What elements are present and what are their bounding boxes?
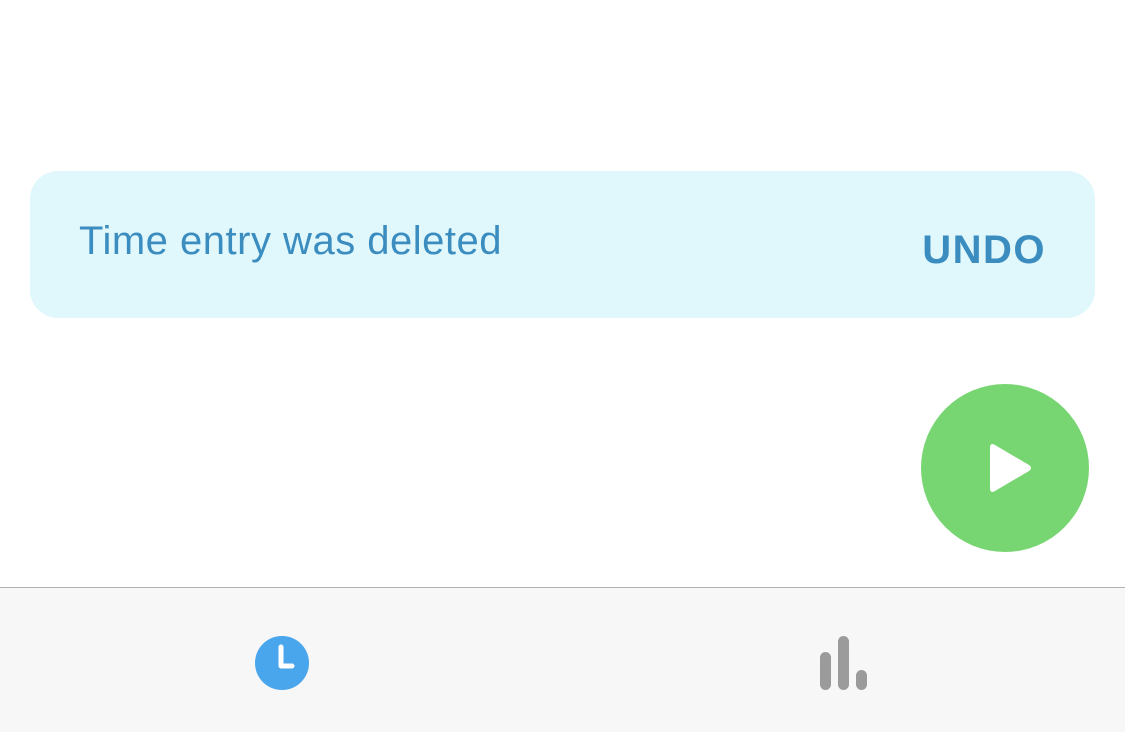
bar-chart-icon (820, 636, 867, 690)
clock-icon (255, 636, 309, 690)
screen: Time entry was deleted UNDO (0, 0, 1125, 732)
tab-reports[interactable] (563, 588, 1125, 732)
play-icon (990, 444, 1031, 492)
tab-bar (0, 587, 1125, 732)
tab-timer[interactable] (0, 588, 562, 732)
snackbar: Time entry was deleted UNDO (30, 171, 1095, 318)
start-timer-button[interactable] (921, 384, 1089, 552)
snackbar-message: Time entry was deleted (79, 219, 503, 263)
undo-button[interactable]: UNDO (922, 228, 1046, 273)
